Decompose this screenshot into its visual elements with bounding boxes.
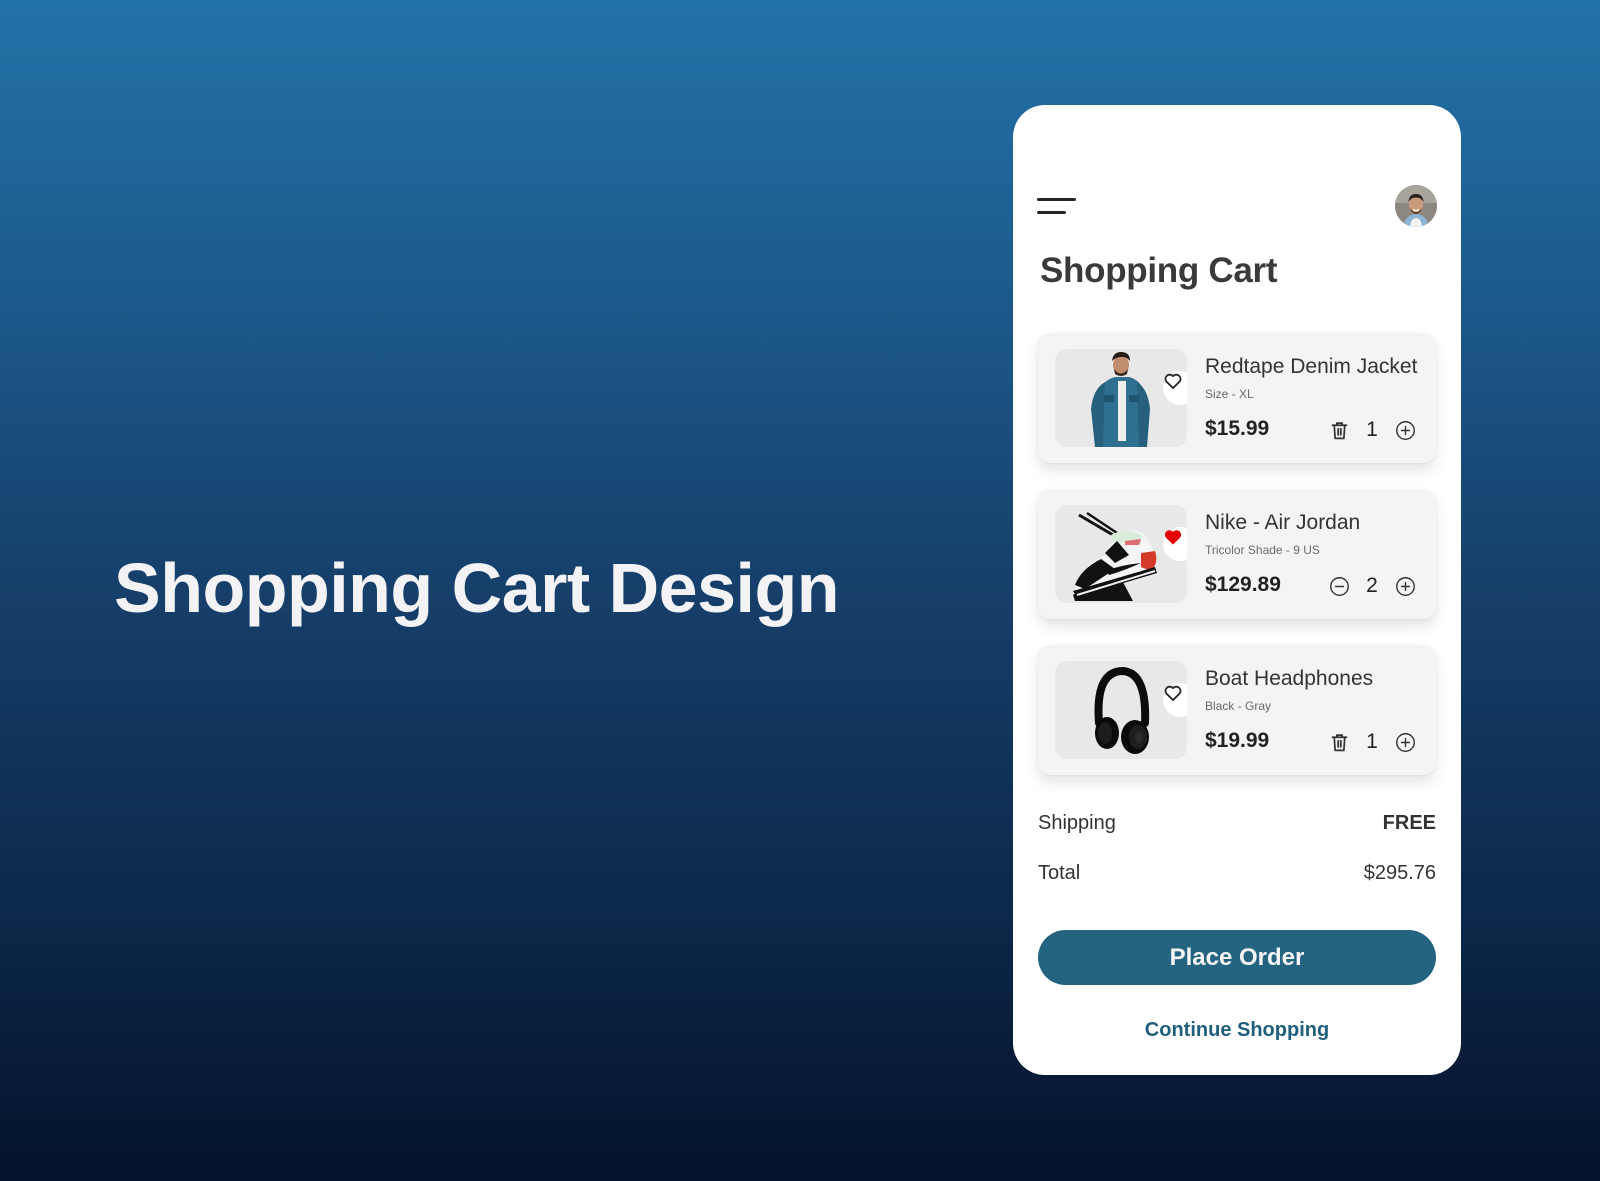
hamburger-menu-icon[interactable] — [1037, 195, 1079, 217]
product-image-denim-jacket[interactable] — [1055, 349, 1187, 447]
product-image-air-jordan[interactable] — [1055, 505, 1187, 603]
shopping-cart-screen: Shopping Cart Redtape Denim Jacket Size … — [1013, 105, 1461, 1075]
quantity-value: 1 — [1366, 418, 1378, 441]
shipping-label: Shipping — [1038, 812, 1116, 834]
order-summary: Shipping FREE Total $295.76 — [1038, 812, 1436, 892]
product-image-headphones[interactable] — [1055, 661, 1187, 759]
heart-outline-icon — [1164, 373, 1182, 389]
cart-items-list: Redtape Denim Jacket Size - XL $15.99 1 — [1038, 333, 1436, 801]
plus-circle-icon — [1395, 576, 1415, 596]
quantity-value: 1 — [1366, 730, 1378, 753]
plus-circle-icon — [1395, 732, 1415, 752]
quantity-value: 2 — [1366, 574, 1378, 597]
continue-shopping-link[interactable]: Continue Shopping — [1038, 1019, 1436, 1042]
item-price: $129.89 — [1205, 573, 1281, 596]
cart-item: Redtape Denim Jacket Size - XL $15.99 1 — [1038, 333, 1436, 463]
quantity-stepper: 1 — [1328, 729, 1416, 755]
total-row: Total $295.76 — [1038, 862, 1436, 892]
increase-quantity-button[interactable] — [1394, 419, 1416, 441]
item-price: $15.99 — [1205, 417, 1270, 440]
heart-filled-icon — [1164, 530, 1182, 545]
hero-headline: Shopping Cart Design — [114, 549, 840, 627]
total-value: $295.76 — [1363, 862, 1436, 884]
menu-line — [1037, 211, 1066, 214]
plus-circle-icon — [1395, 420, 1415, 440]
item-name: Redtape Denim Jacket — [1205, 355, 1418, 378]
decrease-quantity-button[interactable] — [1328, 575, 1350, 597]
cart-item: Boat Headphones Black - Gray $19.99 1 — [1038, 645, 1436, 775]
item-variant: Size - XL — [1205, 387, 1254, 401]
shipping-value: FREE — [1382, 812, 1436, 834]
trash-icon — [1331, 421, 1347, 439]
remove-item-button[interactable] — [1328, 419, 1350, 441]
quantity-stepper: 1 — [1328, 417, 1416, 443]
increase-quantity-button[interactable] — [1394, 575, 1416, 597]
heart-outline-icon — [1164, 685, 1182, 701]
shipping-row: Shipping FREE — [1038, 812, 1436, 842]
total-label: Total — [1038, 862, 1081, 884]
cart-item: Nike - Air Jordan Tricolor Shade - 9 US … — [1038, 489, 1436, 619]
trash-icon — [1331, 733, 1347, 751]
item-variant: Tricolor Shade - 9 US — [1205, 543, 1320, 557]
item-price: $19.99 — [1205, 729, 1270, 752]
item-variant: Black - Gray — [1205, 699, 1272, 713]
minus-circle-icon — [1329, 576, 1349, 596]
place-order-button[interactable]: Place Order — [1038, 930, 1436, 985]
quantity-stepper: 2 — [1328, 573, 1416, 599]
page-title: Shopping Cart — [1040, 251, 1278, 290]
item-name: Boat Headphones — [1205, 667, 1374, 690]
remove-item-button[interactable] — [1328, 731, 1350, 753]
user-avatar[interactable] — [1395, 185, 1437, 227]
menu-line — [1037, 198, 1076, 201]
item-name: Nike - Air Jordan — [1205, 511, 1361, 534]
increase-quantity-button[interactable] — [1394, 731, 1416, 753]
